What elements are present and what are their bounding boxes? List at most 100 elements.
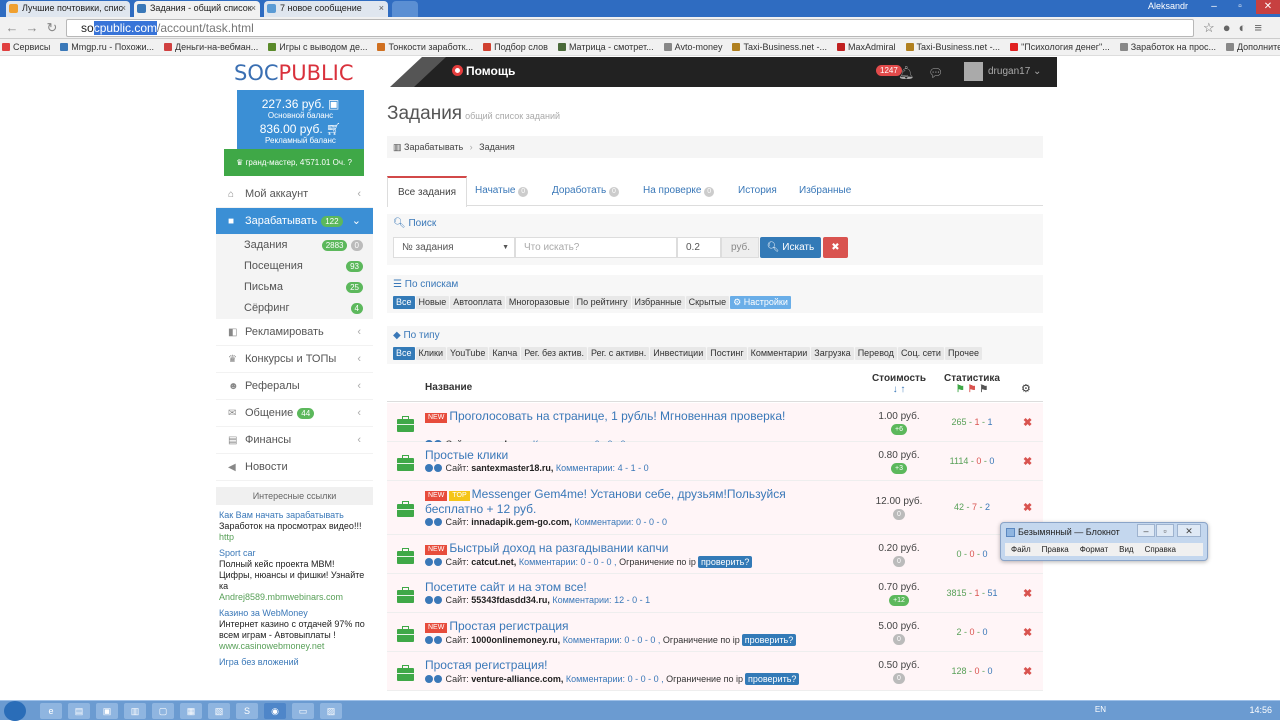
type-filter-chip[interactable]: Прочее — [944, 347, 982, 360]
forward-icon[interactable]: → — [24, 20, 40, 36]
list-filter-chip[interactable]: Все — [393, 296, 415, 309]
help-link[interactable]: Помощь — [452, 64, 515, 78]
task-title[interactable]: NEW Быстрый доход на разгадывании капчи — [425, 541, 845, 556]
browser-tab-active[interactable]: Задания - общий список × — [134, 1, 260, 17]
list-filter-chip[interactable]: Автооплата — [450, 296, 505, 309]
type-filter-chip[interactable]: Соц. сети — [897, 347, 944, 360]
sidebar-subitem-tasks[interactable]: Задания 2883 0 — [216, 235, 373, 256]
type-filter-chip[interactable]: Комментарии — [747, 347, 811, 360]
bookmark-item[interactable]: Матрица - смотрет... — [556, 39, 654, 55]
task-title[interactable]: Посетите сайт и на этом все! — [425, 580, 845, 595]
type-filter-chip[interactable]: Капча — [489, 347, 521, 360]
bookmark-item[interactable]: Avto-money — [662, 39, 722, 55]
back-icon[interactable]: ← — [4, 20, 20, 36]
language-indicator[interactable]: EN — [1095, 705, 1106, 714]
list-filter-chip[interactable]: По рейтингу — [573, 296, 631, 309]
notepad-window[interactable]: Безымянный — Блокнот – ▫ ✕ Файл Правка Фор… — [1000, 522, 1208, 561]
breadcrumb-earn[interactable]: Зарабатывать — [404, 142, 463, 152]
check-ip-button[interactable]: проверить? — [741, 634, 797, 646]
level-badge[interactable]: ♛ гранд-мастер, 4'571.01 Оч. ? — [224, 149, 364, 176]
taskbar-chrome-icon[interactable]: ◉ — [264, 703, 286, 719]
taskbar-app-icon[interactable]: ▦ — [180, 703, 202, 719]
taskbar-app-icon[interactable]: ▢ — [152, 703, 174, 719]
sidebar-item-chat[interactable]: ✉ Общение 44 ‹ — [216, 400, 373, 427]
list-filter-chip[interactable]: Новые — [415, 296, 450, 309]
close-icon[interactable]: × — [251, 1, 256, 16]
type-filter-chip[interactable]: Перевод — [854, 347, 897, 360]
bookmark-item[interactable]: Игры с выводом де... — [266, 39, 367, 55]
taskbar-notepad-icon[interactable]: ▭ — [292, 703, 314, 719]
sidebar-item-trophy[interactable]: ♛ Конкурсы и ТОПы ‹ — [216, 346, 373, 373]
sidebar-item-users[interactable]: ☻ Рефералы ‹ — [216, 373, 373, 400]
sort-desc-icon[interactable]: ↓ — [893, 384, 898, 395]
search-button[interactable]: 🔍︎ Искать — [760, 237, 821, 258]
search-type-select[interactable]: № задания ▼ — [393, 237, 515, 258]
taskbar-app-icon[interactable]: ▣ — [96, 703, 118, 719]
extension-icon[interactable]: ● — [1223, 20, 1239, 35]
notepad-menu-item[interactable]: Справка — [1145, 545, 1176, 554]
type-filter-chip[interactable]: Клики — [415, 347, 447, 360]
bookmark-item[interactable]: Деньги-на-вебман... — [162, 39, 258, 55]
clear-search-button[interactable]: ✖ — [823, 237, 848, 258]
sidebar-subitem-visits[interactable]: Посещения 93 — [216, 256, 373, 277]
list-filter-chip[interactable]: Избранные — [631, 296, 685, 309]
sidebar-item-money[interactable]: ▤ Финансы ‹ — [216, 427, 373, 454]
hide-task-icon[interactable]: ✖ — [1023, 416, 1032, 429]
avatar[interactable] — [964, 62, 983, 81]
bookmark-item[interactable]: "Психология денег"... — [1008, 39, 1110, 55]
taskbar-skype-icon[interactable]: S — [236, 703, 258, 719]
start-button[interactable] — [4, 701, 26, 721]
minimize-icon[interactable]: – — [1202, 0, 1226, 14]
sidebar-item-earn[interactable]: ■ Зарабатывать 122 ⌄ — [216, 208, 373, 235]
bookmark-item[interactable]: Taxi-Business.net -... — [904, 39, 1000, 55]
bookmark-item[interactable]: Заработок на прос... — [1118, 39, 1216, 55]
new-tab-button[interactable] — [392, 1, 418, 17]
task-title[interactable]: NEW Проголосовать на странице, 1 рубль! М… — [425, 409, 845, 424]
type-filter-chip[interactable]: Инвестиции — [650, 347, 707, 360]
site-logo[interactable]: SOCPUBLIC — [234, 61, 354, 85]
task-title[interactable]: NEW Простая регистрация — [425, 619, 845, 634]
minimize-icon[interactable]: – — [1137, 524, 1155, 537]
taskbar-explorer-icon[interactable]: ▤ — [68, 703, 90, 719]
notepad-menu-item[interactable]: Файл — [1011, 545, 1031, 554]
url-input[interactable]: socpublic.com/account/task.html — [66, 19, 1194, 37]
close-icon[interactable]: × — [379, 1, 384, 16]
hide-task-icon[interactable]: ✖ — [1023, 501, 1032, 514]
sort-asc-icon[interactable]: ↑ — [900, 384, 905, 395]
type-filter-chip[interactable]: Все — [393, 347, 415, 360]
interesting-link[interactable]: Как Вам начать зарабатывать Заработок на … — [216, 510, 373, 543]
maximize-icon[interactable]: ▫ — [1228, 0, 1252, 14]
taskbar-app-icon[interactable]: ▧ — [208, 703, 230, 719]
task-title[interactable]: Простая регистрация! — [425, 658, 845, 673]
taskbar-app-icon[interactable]: ▨ — [320, 703, 342, 719]
maximize-icon[interactable]: ▫ — [1156, 524, 1174, 537]
interesting-link[interactable]: Sport car Полный кейс проекта MBM! Цифры,… — [216, 548, 373, 603]
taskbar-app-icon[interactable]: ▥ — [124, 703, 146, 719]
extension-icon[interactable]: ◐ — [1239, 20, 1255, 35]
link-title[interactable]: Как Вам начать зарабатывать — [219, 510, 370, 521]
notepad-menu-item[interactable]: Правка — [1042, 545, 1069, 554]
comments-icon[interactable]: 💬︎ — [928, 66, 943, 80]
type-filter-chip[interactable]: Загрузка — [811, 347, 854, 360]
reload-icon[interactable]: ↻ — [44, 20, 60, 36]
type-filter-chip[interactable]: Рег. без актив. — [521, 347, 587, 360]
search-input[interactable]: Что искать? — [515, 237, 677, 258]
extension-icons[interactable]: ☆●◐≡ — [1203, 20, 1270, 36]
sidebar-item-megaphone[interactable]: ◀ Новости — [216, 454, 373, 481]
browser-tab[interactable]: 7 новое сообщение × — [264, 1, 388, 17]
taskbar-ie-icon[interactable]: e — [40, 703, 62, 719]
hide-task-icon[interactable]: ✖ — [1023, 587, 1032, 600]
type-filter-chip[interactable]: YouTube — [447, 347, 489, 360]
interesting-link[interactable]: Казино за WebMoney Интернет казино с отда… — [216, 608, 373, 652]
tab-favorites[interactable]: Избранные — [799, 176, 851, 206]
notepad-menu-item[interactable]: Формат — [1080, 545, 1108, 554]
close-icon[interactable]: × — [121, 1, 126, 16]
user-menu[interactable]: drugan17 ⌄ — [988, 66, 1041, 77]
task-title[interactable]: Простые клики — [425, 448, 845, 463]
bookmark-item[interactable]: MaxAdmiral — [835, 39, 896, 55]
sidebar-subitem-letters[interactable]: Письма 25 — [216, 277, 373, 298]
link-url[interactable]: http — [219, 532, 370, 543]
bookmark-item[interactable]: Сервисы — [0, 39, 50, 55]
close-icon[interactable]: ✕ — [1177, 524, 1201, 537]
menu-icon[interactable]: ≡ — [1254, 20, 1270, 35]
